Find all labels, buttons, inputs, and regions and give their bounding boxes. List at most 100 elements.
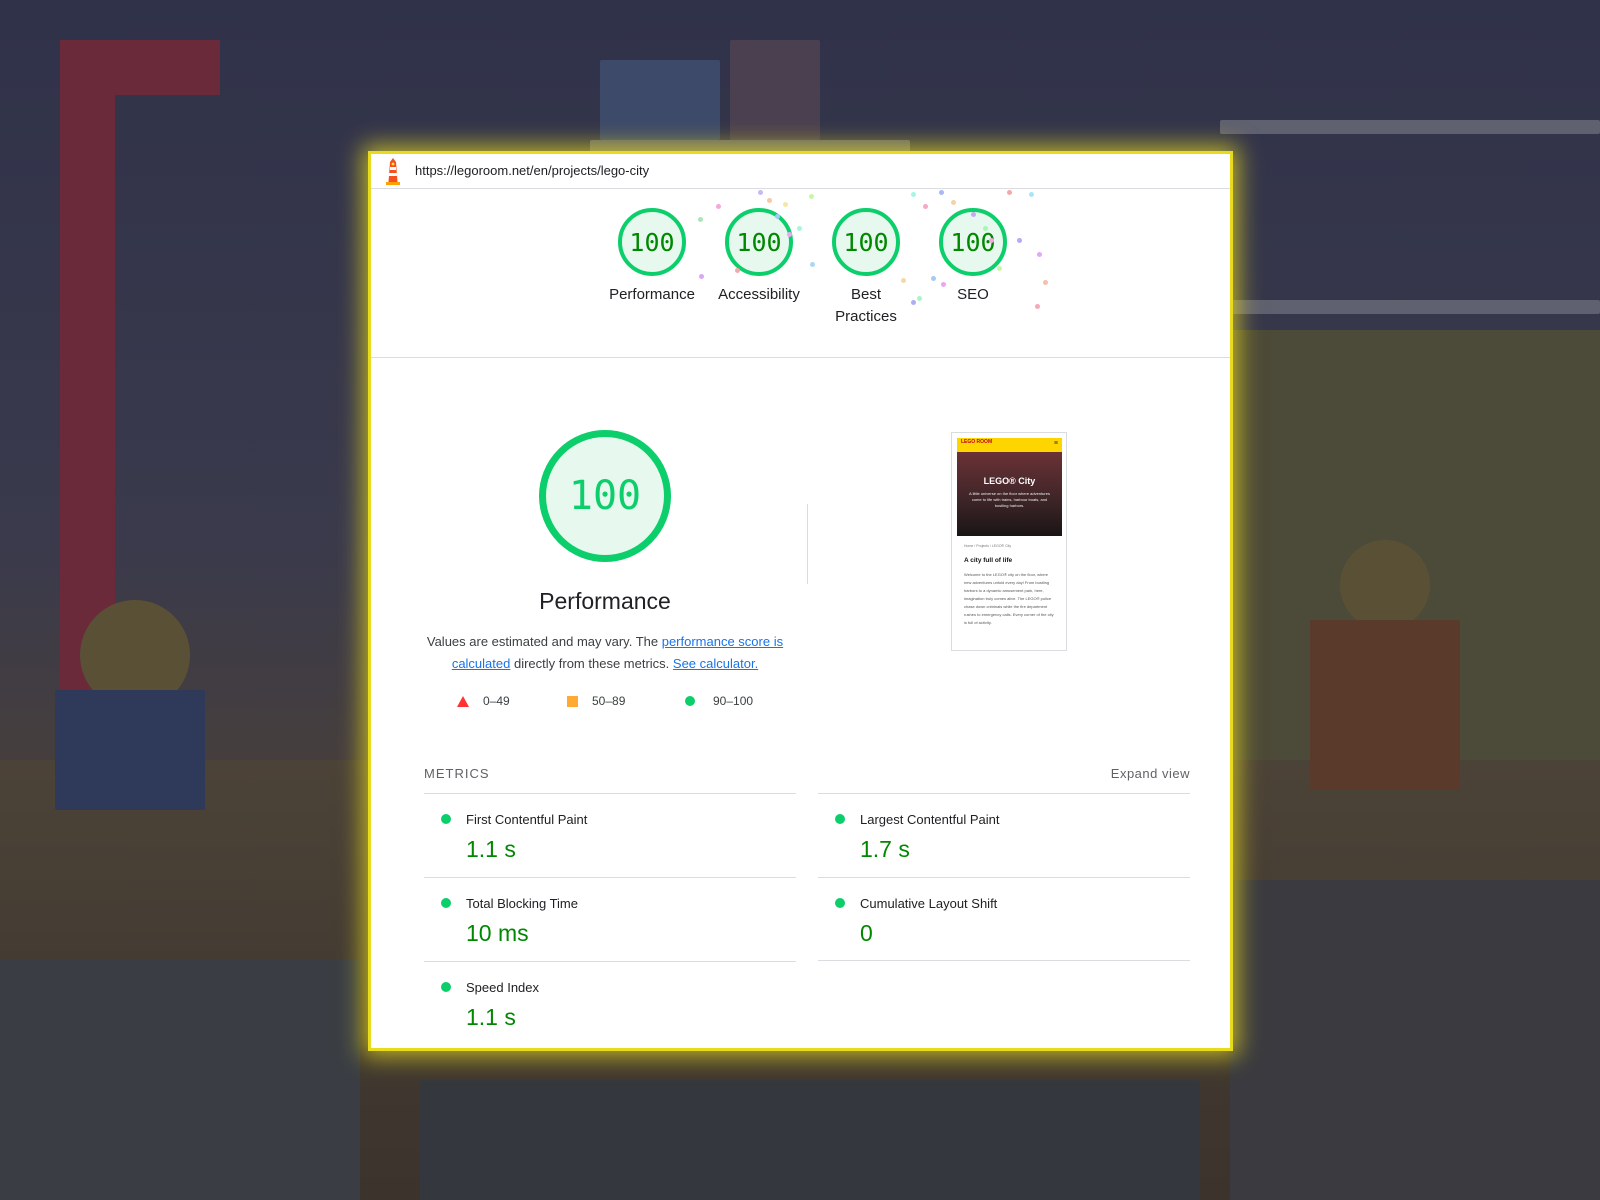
- metric-value: 10 ms: [466, 920, 529, 946]
- confetti-dot: [1017, 238, 1022, 243]
- hamburger-icon: ≡: [1053, 440, 1058, 447]
- legend-range: 0–49: [483, 694, 510, 708]
- performance-description: Values are estimated and may vary. The p…: [423, 631, 787, 675]
- score-ring: 100: [618, 208, 686, 276]
- preview-hero-title: LEGO® City: [983, 476, 1036, 486]
- circle-pass-icon: [441, 982, 451, 992]
- lighthouse-icon: [386, 158, 400, 185]
- legend-fail: 0–49: [457, 694, 510, 708]
- confetti-dot: [983, 226, 988, 231]
- confetti-dot: [1043, 280, 1048, 285]
- preview-header: LEGO ROOM ≡: [957, 438, 1062, 452]
- circle-pass-icon: [835, 898, 845, 908]
- preview-hero-subtitle: A little universe on the floor where adv…: [969, 491, 1050, 508]
- performance-title: Performance: [539, 588, 671, 614]
- desc-text: Values are estimated and may vary. The: [426, 634, 662, 649]
- background-figure: [1340, 540, 1430, 630]
- confetti-dot: [971, 212, 976, 217]
- background-block: [730, 40, 820, 140]
- background-shelf: [590, 140, 910, 154]
- confetti-dot: [1029, 192, 1034, 197]
- metric-name: First Contentful Paint: [466, 812, 588, 827]
- confetti-dot: [735, 268, 740, 273]
- preview-hero-image: LEGO® City A little universe on the floo…: [957, 452, 1062, 536]
- metric-name: Speed Index: [466, 980, 540, 995]
- expand-view-button[interactable]: Expand view: [1111, 766, 1190, 781]
- gauge-best-practices[interactable]: 100 Best Practices: [811, 208, 921, 328]
- score-ring: 100: [832, 208, 900, 276]
- legend-range: 50–89: [592, 694, 626, 708]
- circle-pass-icon: [685, 696, 695, 706]
- legend-range: 90–100: [713, 694, 754, 708]
- confetti-dot: [911, 192, 916, 197]
- gauge-label: SEO: [957, 286, 989, 303]
- see-calculator-link[interactable]: See calculator.: [673, 656, 758, 671]
- page-url[interactable]: https://legoroom.net/en/projects/lego-ci…: [415, 163, 649, 178]
- confetti-dot: [939, 190, 944, 195]
- confetti-dot: [923, 204, 928, 209]
- confetti-dot: [1007, 190, 1012, 195]
- metric-value: 1.7 s: [860, 836, 910, 862]
- metric-name: Cumulative Layout Shift: [860, 896, 998, 911]
- more-menu-icon[interactable]: ⋮: [1224, 156, 1230, 170]
- background-block: [420, 1080, 1200, 1200]
- metric-speed-index[interactable]: Speed Index 1.1 s: [424, 961, 796, 1045]
- metric-value: 0: [860, 920, 873, 946]
- confetti-dot: [931, 276, 936, 281]
- confetti-dot: [787, 232, 792, 237]
- gauge-label: Performance: [609, 286, 695, 303]
- legend-average: 50–89: [567, 694, 625, 708]
- confetti-dot: [797, 226, 802, 231]
- square-average-icon: [567, 695, 578, 707]
- metric-cumulative-layout-shift[interactable]: Cumulative Layout Shift 0: [818, 877, 1190, 961]
- background-block: [600, 60, 720, 140]
- metric-total-blocking-time[interactable]: Total Blocking Time 10 ms: [424, 877, 796, 961]
- metrics-heading: METRICS: [424, 766, 490, 781]
- url-bar: https://legoroom.net/en/projects/lego-ci…: [371, 154, 1230, 189]
- confetti-dot: [775, 214, 780, 219]
- background-block: [0, 960, 360, 1200]
- confetti-dot: [698, 217, 703, 222]
- confetti-dot: [783, 202, 788, 207]
- metric-value: 1.1 s: [466, 836, 516, 862]
- gauge-performance[interactable]: 100 Performance: [597, 208, 707, 306]
- confetti-dot: [941, 282, 946, 287]
- metric-name: Total Blocking Time: [466, 896, 578, 911]
- confetti-dot: [699, 274, 704, 279]
- confetti-dot: [758, 190, 763, 195]
- circle-pass-icon: [835, 814, 845, 824]
- confetti-dot: [716, 204, 721, 209]
- confetti-dot: [1035, 304, 1040, 309]
- circle-pass-icon: [441, 814, 451, 824]
- confetti-dot: [911, 300, 916, 305]
- preview-heading: A city full of life: [964, 557, 1013, 564]
- background-figure: [55, 690, 205, 810]
- gauge-label: Best Practices: [835, 286, 897, 325]
- background-shelf: [1230, 300, 1600, 314]
- section-divider: [371, 357, 1230, 358]
- confetti-dot: [989, 238, 994, 243]
- preview-body: Welcome to the LEGO® city on the floor, …: [964, 572, 1054, 625]
- metric-first-contentful-paint[interactable]: First Contentful Paint 1.1 s: [424, 793, 796, 877]
- final-screenshot-thumbnail[interactable]: LEGO ROOM ≡ LEGO® City A little universe…: [951, 432, 1067, 651]
- confetti-dot: [767, 198, 772, 203]
- gauge-seo[interactable]: 100 SEO: [918, 208, 1028, 306]
- confetti-dot: [809, 194, 814, 199]
- metric-name: Largest Contentful Paint: [860, 812, 1000, 827]
- category-gauges: 100 Performance 100 Accessibility 100 Be…: [371, 208, 1230, 368]
- metric-largest-contentful-paint[interactable]: Largest Contentful Paint 1.7 s: [818, 793, 1190, 877]
- circle-pass-icon: [441, 898, 451, 908]
- desc-text: directly from these metrics.: [510, 656, 673, 671]
- background-figure: [1310, 620, 1460, 790]
- performance-score-gauge: 100: [539, 430, 671, 562]
- confetti-dot: [810, 262, 815, 267]
- metric-value: 1.1 s: [466, 1004, 516, 1030]
- confetti-dot: [901, 278, 906, 283]
- lighthouse-report-card: https://legoroom.net/en/projects/lego-ci…: [371, 154, 1230, 1048]
- gauge-accessibility[interactable]: 100 Accessibility: [704, 208, 814, 306]
- preview-logo: LEGO ROOM: [961, 439, 993, 445]
- background-block: [1230, 880, 1600, 1200]
- confetti-dot: [1037, 252, 1042, 257]
- confetti-dot: [997, 266, 1002, 271]
- confetti-dot: [917, 296, 922, 301]
